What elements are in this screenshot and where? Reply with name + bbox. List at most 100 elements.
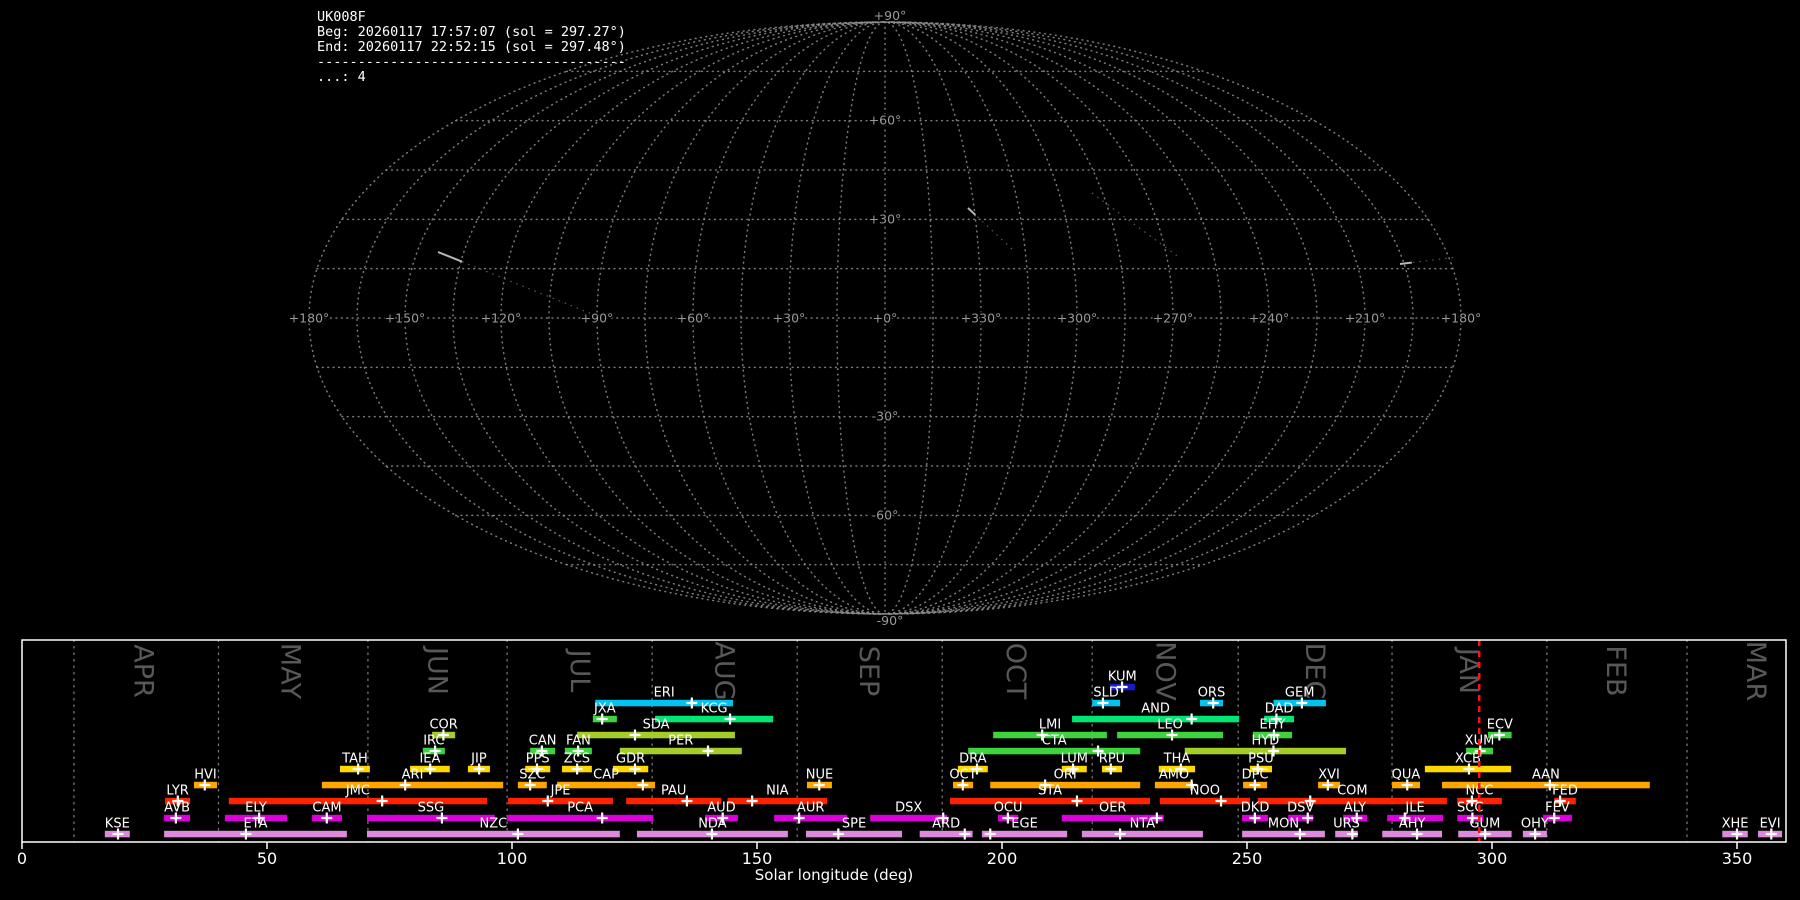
meteor-count: ...: 4 (317, 69, 366, 85)
shower-label-JXA: JXA (593, 702, 616, 717)
shower-label-NIA: NIA (766, 784, 789, 799)
shower-label-PCA: PCA (567, 801, 593, 816)
month-label: MAY (275, 643, 306, 700)
shower-label-SDA: SDA (643, 718, 670, 733)
map-label-longitude: +90° (581, 311, 614, 326)
map-label-latitude: -60° (872, 507, 899, 522)
map-label-longitude: +30° (773, 311, 806, 326)
map-label-latitude: +30° (869, 211, 902, 226)
map-label-longitude: +180° (289, 311, 330, 326)
meteor-trail (1091, 192, 1181, 259)
shower-label-GDR: GDR (616, 752, 645, 767)
shower-label-AUD: AUD (707, 801, 735, 816)
x-axis-tick-label: 100 (497, 849, 528, 868)
shower-label-ETA: ETA (243, 817, 267, 832)
month-label: JUL (564, 648, 595, 693)
shower-label-SPE: SPE (842, 817, 866, 832)
shower-bar-SPE (806, 830, 903, 838)
shower-label-ORI: ORI (1054, 768, 1077, 783)
map-label-south-pole: -90° (877, 613, 904, 628)
month-label: AUG (708, 641, 739, 700)
shower-label-PSU: PSU (1248, 752, 1274, 767)
shower-label-PER: PER (668, 734, 693, 749)
shower-label-AVB: AVB (164, 801, 190, 816)
shower-max-marker-PCA (596, 812, 608, 824)
map-label-longitude: +300° (1057, 311, 1098, 326)
map-label-longitude: +120° (481, 311, 522, 326)
shower-label-LUM: LUM (1061, 752, 1088, 767)
shower-label-GEM: GEM (1285, 686, 1315, 701)
shower-bar-SSG (366, 814, 495, 822)
shower-label-PAU: PAU (661, 784, 686, 799)
month-label: OCT (1000, 643, 1031, 700)
map-label-longitude: +330° (961, 311, 1002, 326)
shower-label-JLE: JLE (1404, 801, 1424, 816)
activity-timeline-chart: APR MAY JUN JUL AUG SEP OCT NOV DEC JAN FEB MARKUME… (17, 639, 1787, 884)
shower-bar-ETA (164, 830, 347, 838)
x-axis-tick-label: 0 (17, 849, 27, 868)
shower-label-DSX: DSX (895, 801, 922, 816)
shower-label-CTA: CTA (1042, 734, 1067, 749)
shower-label-AUR: AUR (797, 801, 824, 816)
shower-max-marker-PER (702, 745, 714, 757)
shower-label-DSV: DSV (1287, 801, 1314, 816)
shower-label-AND: AND (1141, 702, 1170, 717)
shower-bar-JMC (228, 797, 488, 805)
shower-bar-AND (1072, 715, 1240, 723)
shower-max-marker-EGE (984, 828, 996, 840)
map-label-longitude: +210° (1345, 311, 1386, 326)
separator-line: -------------------------------------- (317, 54, 626, 70)
map-label-latitude: +60° (869, 113, 902, 128)
shower-label-DRA: DRA (959, 752, 987, 767)
shower-max-marker-AND (1186, 713, 1198, 725)
shower-label-COM: COM (1337, 784, 1368, 799)
meteor-trail-head (1399, 261, 1413, 265)
shower-label-XHE: XHE (1722, 817, 1749, 832)
month-label: NOV (1149, 641, 1180, 701)
shower-label-EVI: EVI (1760, 817, 1781, 832)
shower-label-RPU: RPU (1099, 752, 1125, 767)
shower-label-FED: FED (1552, 784, 1578, 799)
shower-label-ARD: ARD (932, 817, 960, 832)
x-axis-tick-label: 50 (257, 849, 277, 868)
app-window: UK008F Beg: 20260117 17:57:07 (sol = 297… (0, 0, 1800, 900)
month-label: JUN (422, 645, 453, 695)
shower-label-EGE: EGE (1011, 817, 1038, 832)
session-end: End: 20260117 22:52:15 (sol = 297.48°) (317, 39, 626, 55)
shower-max-marker-STA (1071, 795, 1083, 807)
shower-max-marker-ARD (959, 828, 971, 840)
x-axis-tick-label: 350 (1722, 849, 1753, 868)
shower-label-AMO: AMO (1159, 768, 1189, 783)
shower-bar-SDA (577, 731, 735, 739)
shower-label-SSG: SSG (418, 801, 445, 816)
meteor-trail-head (437, 251, 463, 263)
shower-label-EHY: EHY (1260, 718, 1286, 733)
x-axis-tick-label: 300 (1477, 849, 1508, 868)
shower-max-marker-NZC (512, 828, 524, 840)
x-axis-title: Solar longitude (deg) (755, 866, 913, 884)
shower-max-marker-SDA (629, 729, 641, 741)
month-label: SEP (853, 646, 884, 696)
month-label: APR (128, 644, 159, 698)
month-label: FEB (1600, 645, 1631, 696)
shower-bar-MON (1242, 830, 1325, 838)
shower-max-marker-JMC (376, 795, 388, 807)
shower-label-URS: URS (1333, 817, 1360, 832)
shower-label-NZC: NZC (480, 817, 508, 832)
shower-bar-ORI (990, 781, 1141, 789)
shower-label-DAD: DAD (1265, 702, 1294, 717)
map-label-latitude: -30° (872, 409, 899, 424)
shower-label-QUA: QUA (1392, 768, 1421, 783)
shower-label-ELY: ELY (245, 801, 267, 816)
shower-label-XVI: XVI (1318, 768, 1340, 783)
shower-label-JPE: JPE (550, 784, 571, 799)
map-label-longitude: +150° (385, 311, 426, 326)
shower-label-THA: THA (1163, 752, 1191, 767)
station-id: UK008F (317, 9, 366, 25)
shower-max-marker-ERI (686, 697, 698, 709)
shower-label-SLD: SLD (1093, 686, 1119, 701)
shower-label-HYD: HYD (1252, 734, 1280, 749)
shower-bar-KCG (655, 715, 774, 723)
shower-bar-NTA (1081, 830, 1203, 838)
shower-label-CAP: CAP (593, 768, 619, 783)
